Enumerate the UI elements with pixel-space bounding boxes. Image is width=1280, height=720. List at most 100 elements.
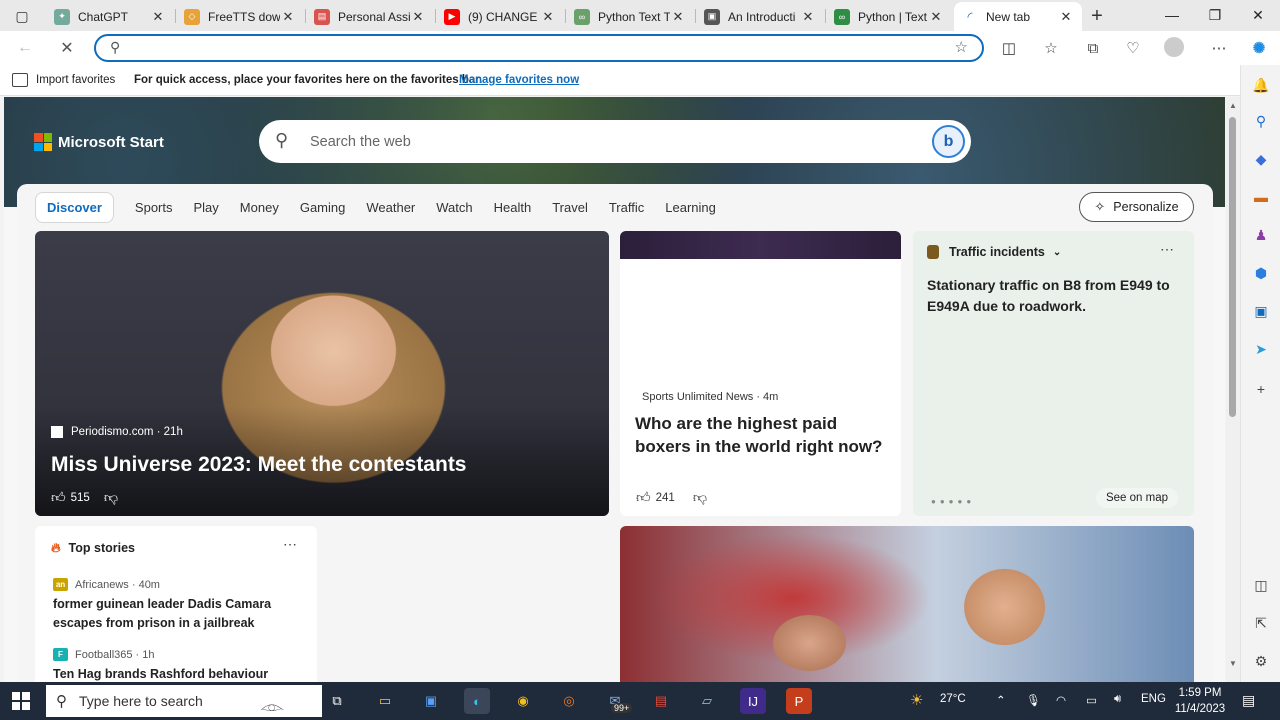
- article-title[interactable]: Miss Universe 2023: Meet the contestants: [51, 453, 467, 477]
- pdf-app-icon[interactable]: ▤: [648, 688, 674, 714]
- new-tab-button[interactable]: +: [1086, 5, 1108, 27]
- nav-money[interactable]: Money: [240, 193, 279, 222]
- clock[interactable]: 1:59 PM 11/4/2023: [1172, 685, 1228, 717]
- edge-taskbar-icon[interactable]: ◐: [464, 688, 490, 714]
- nav-weather[interactable]: Weather: [366, 193, 415, 222]
- sports-image-card[interactable]: [620, 526, 1194, 682]
- battery-icon[interactable]: ▭: [1086, 693, 1097, 707]
- nav-play[interactable]: Play: [194, 193, 219, 222]
- thumbs-up-icon[interactable]: 👍︎: [636, 489, 651, 506]
- more-options-icon[interactable]: ⋯: [1208, 37, 1230, 59]
- tab-an-introduction[interactable]: ▣ An Introducti ✕: [696, 2, 824, 31]
- copilot-icon[interactable]: ✺: [1248, 37, 1270, 59]
- hide-sidebar-icon[interactable]: ◫: [1251, 575, 1271, 595]
- tab-actions-icon[interactable]: ▢: [8, 5, 36, 27]
- page-scrollbar[interactable]: ▲ ▼: [1226, 97, 1240, 682]
- outlook-icon[interactable]: ▣: [1251, 301, 1271, 321]
- firefox-icon[interactable]: ◎: [556, 688, 582, 714]
- thumbs-up-icon[interactable]: 👍︎: [51, 489, 66, 506]
- stop-loading-button[interactable]: ✕: [56, 37, 78, 59]
- language-indicator[interactable]: ENG: [1141, 693, 1166, 705]
- chrome-icon[interactable]: ◉: [510, 688, 536, 714]
- intellij-icon[interactable]: IJ: [740, 688, 766, 714]
- close-tab-icon[interactable]: ✕: [410, 9, 426, 25]
- address-bar[interactable]: ⚲ ☆: [94, 34, 984, 62]
- personalize-button[interactable]: ✧ Personalize: [1079, 192, 1194, 222]
- scroll-down-icon[interactable]: ▼: [1228, 659, 1238, 669]
- search-icon[interactable]: ⚲: [1251, 111, 1271, 131]
- traffic-card[interactable]: Traffic incidents ⌄ ⋯ Stationary traffic…: [913, 231, 1194, 516]
- collections-icon[interactable]: ⧉: [1082, 37, 1104, 59]
- browser-essentials-icon[interactable]: ♡: [1122, 37, 1144, 59]
- nav-sports[interactable]: Sports: [135, 193, 173, 222]
- close-tab-icon[interactable]: ✕: [928, 9, 944, 25]
- tab-freetts[interactable]: ◇ FreeTTS down ✕: [176, 2, 304, 31]
- tab-new-tab[interactable]: ◜ New tab ✕: [954, 2, 1082, 31]
- scroll-up-icon[interactable]: ▲: [1228, 101, 1238, 111]
- nav-watch[interactable]: Watch: [436, 193, 472, 222]
- story-title[interactable]: Ten Hag brands Rashford behaviour: [53, 665, 293, 682]
- settings-icon[interactable]: ⚙: [1251, 651, 1271, 671]
- thumbs-down-icon[interactable]: 👎︎: [693, 489, 707, 506]
- list-item[interactable]: an Africanews · 40m former guinean leade…: [53, 578, 293, 633]
- notepad-icon[interactable]: ▱: [694, 688, 720, 714]
- chevron-up-icon[interactable]: ⌃: [996, 693, 1006, 707]
- nav-discover[interactable]: Discover: [35, 191, 114, 223]
- tab-youtube[interactable]: ▶ (9) CHANGE Y ✕: [436, 2, 564, 31]
- microsoft-start-logo[interactable]: Microsoft Start: [34, 133, 164, 151]
- tab-chatgpt[interactable]: ✦ ChatGPT ✕: [46, 2, 174, 31]
- more-options-icon[interactable]: ⋯: [1160, 241, 1174, 258]
- nav-gaming[interactable]: Gaming: [300, 193, 346, 222]
- import-favorites-button[interactable]: Import favorites: [12, 73, 115, 87]
- notification-center-icon[interactable]: ▤: [1242, 692, 1255, 709]
- powerpoint-icon[interactable]: P: [786, 688, 812, 714]
- weather-icon[interactable]: ☀: [910, 691, 923, 709]
- hero-article-card[interactable]: Periodismo.com · 21h Miss Universe 2023:…: [35, 231, 609, 516]
- bing-chat-icon[interactable]: b: [932, 125, 965, 158]
- weather-temp[interactable]: 27°C: [940, 693, 966, 705]
- microphone-icon[interactable]: 🎙︎: [1026, 693, 1041, 707]
- nav-health[interactable]: Health: [494, 193, 532, 222]
- wifi-icon[interactable]: ◠: [1056, 693, 1066, 707]
- carousel-dots[interactable]: ●●●●●: [931, 497, 975, 506]
- favorite-star-icon[interactable]: ☆: [955, 38, 968, 56]
- minimize-button[interactable]: —: [1152, 4, 1192, 26]
- nav-traffic[interactable]: Traffic: [609, 193, 644, 222]
- nav-travel[interactable]: Travel: [552, 193, 588, 222]
- file-explorer-icon[interactable]: ▭: [372, 688, 398, 714]
- address-input[interactable]: [140, 39, 920, 59]
- restore-button[interactable]: ❐: [1195, 4, 1235, 26]
- favorites-icon[interactable]: ☆: [1040, 37, 1062, 59]
- news-article-card[interactable]: Sports Unlimited News · 4m Who are the h…: [620, 231, 901, 516]
- back-button[interactable]: ←: [14, 37, 36, 59]
- volume-icon[interactable]: 🔊︎: [1114, 693, 1121, 706]
- thumbs-down-icon[interactable]: 👎︎: [104, 489, 118, 506]
- close-tab-icon[interactable]: ✕: [150, 9, 166, 25]
- close-tab-icon[interactable]: ✕: [1058, 9, 1074, 25]
- shopping-icon[interactable]: ◆: [1251, 149, 1271, 169]
- tools-icon[interactable]: ▬: [1251, 187, 1271, 207]
- traffic-header[interactable]: Traffic incidents ⌄: [927, 245, 1061, 259]
- manage-favorites-link[interactable]: Manage favorites now: [459, 74, 579, 86]
- scroll-thumb[interactable]: [1229, 117, 1236, 417]
- split-screen-icon[interactable]: ◫: [998, 37, 1020, 59]
- story-title[interactable]: former guinean leader Dadis Camara escap…: [53, 595, 293, 633]
- more-options-icon[interactable]: ⋯: [283, 536, 297, 553]
- games-icon[interactable]: ♟: [1251, 225, 1271, 245]
- close-tab-icon[interactable]: ✕: [280, 9, 296, 25]
- external-link-icon[interactable]: ⇱: [1251, 613, 1271, 633]
- close-tab-icon[interactable]: ✕: [670, 9, 686, 25]
- tab-python-gfg[interactable]: ∞ Python | Text ✕: [826, 2, 952, 31]
- list-item[interactable]: F Football365 · 1h Ten Hag brands Rashfo…: [53, 648, 293, 682]
- tab-python-text[interactable]: ∞ Python Text T ✕: [566, 2, 694, 31]
- article-title[interactable]: Who are the highest paid boxers in the w…: [635, 412, 885, 458]
- close-window-button[interactable]: ✕: [1238, 4, 1278, 26]
- store-icon[interactable]: ▣: [418, 688, 444, 714]
- taskbar-search[interactable]: ⚲ Type here to search 𓁹: [46, 685, 322, 718]
- web-search-box[interactable]: ⚲ Search the web b: [259, 120, 971, 163]
- task-view-icon[interactable]: ⧉: [324, 688, 350, 714]
- tab-personal-assistant[interactable]: ▤ Personal Assi ✕: [306, 2, 434, 31]
- close-tab-icon[interactable]: ✕: [540, 9, 556, 25]
- profile-avatar[interactable]: [1164, 37, 1184, 57]
- drop-icon[interactable]: ➤: [1251, 339, 1271, 359]
